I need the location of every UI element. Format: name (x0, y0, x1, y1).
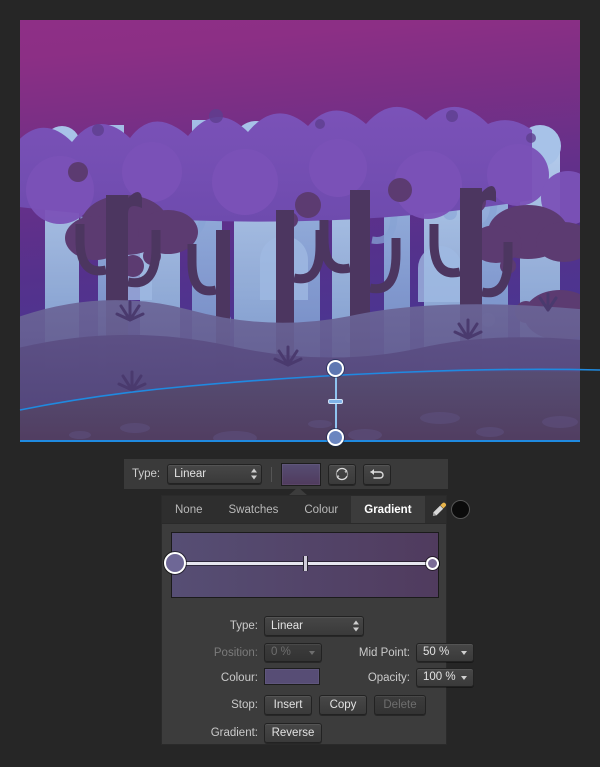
gradient-stop-end[interactable] (426, 557, 439, 570)
panel-type-dropdown[interactable]: Linear (264, 616, 364, 636)
panel-midpoint-label: Mid Point: (358, 647, 410, 659)
reverse-arrow-icon (369, 469, 384, 479)
panel-colour-swatch[interactable] (264, 668, 320, 685)
forest-illustration (20, 20, 580, 440)
panel-gradient-label: Gradient: (210, 727, 258, 739)
toolbar-type-dropdown[interactable]: Linear (167, 464, 263, 484)
current-gradient-swatch[interactable] (281, 462, 322, 486)
spinner-arrows-icon (251, 468, 258, 480)
spinner-arrows-icon (353, 620, 359, 632)
copy-stop-button[interactable]: Copy (319, 695, 367, 715)
chevron-down-icon (309, 650, 315, 655)
chevron-down-icon (461, 650, 467, 655)
tab-none[interactable]: None (162, 496, 216, 523)
toolbar-type-label: Type: (132, 468, 161, 480)
gradient-start-handle[interactable] (327, 360, 344, 377)
chevron-down-icon (461, 675, 467, 680)
gradient-stop-start[interactable] (164, 552, 186, 574)
panel-midpoint-dropdown[interactable]: 50 % (416, 643, 474, 662)
panel-midpoint-value: 50 % (423, 646, 450, 658)
panel-tab-bar: None Swatches Colour Gradient (162, 496, 470, 524)
panel-opacity-value: 100 % (423, 671, 456, 683)
rotate-gradient-button[interactable] (328, 463, 357, 485)
rotate-icon (335, 467, 349, 481)
tab-colour[interactable]: Colour (291, 496, 351, 523)
gradient-flyout-panel: None Swatches Colour Gradient Type: Line… (161, 495, 474, 745)
reverse-gradient-button[interactable] (363, 463, 392, 485)
toolbar-type-value: Linear (174, 467, 207, 480)
black-swatch-icon[interactable] (450, 500, 470, 519)
panel-opacity-label: Opacity: (367, 672, 410, 684)
tab-gradient[interactable]: Gradient (351, 496, 425, 523)
panel-colour-label: Colour: (220, 672, 258, 684)
document-canvas[interactable] (20, 20, 580, 440)
panel-stop-label: Stop: (231, 699, 258, 711)
panel-type-label: Type: (229, 620, 258, 632)
gradient-end-handle[interactable] (327, 429, 344, 446)
gradient-midpoint-marker[interactable] (328, 399, 343, 404)
panel-opacity-dropdown[interactable]: 100 % (416, 668, 474, 687)
panel-position-label: Position: (213, 647, 258, 659)
delete-stop-button: Delete (374, 695, 426, 715)
panel-type-value: Linear (271, 619, 303, 632)
app-root: Type: Linear None Swatches Colour Gradie… (0, 0, 600, 767)
panel-position-value: 0 % (271, 646, 291, 658)
gradient-context-toolbar: Type: Linear (124, 459, 448, 489)
gradient-midpoint-handle[interactable] (303, 556, 308, 571)
panel-tool-group (425, 496, 476, 523)
panel-position-dropdown: 0 % (264, 643, 322, 662)
insert-stop-button[interactable]: Insert (264, 695, 312, 715)
reverse-gradient-panel-button[interactable]: Reverse (264, 723, 322, 743)
eyedropper-icon[interactable] (429, 500, 449, 520)
toolbar-divider (271, 466, 273, 482)
tab-swatches[interactable]: Swatches (216, 496, 292, 523)
